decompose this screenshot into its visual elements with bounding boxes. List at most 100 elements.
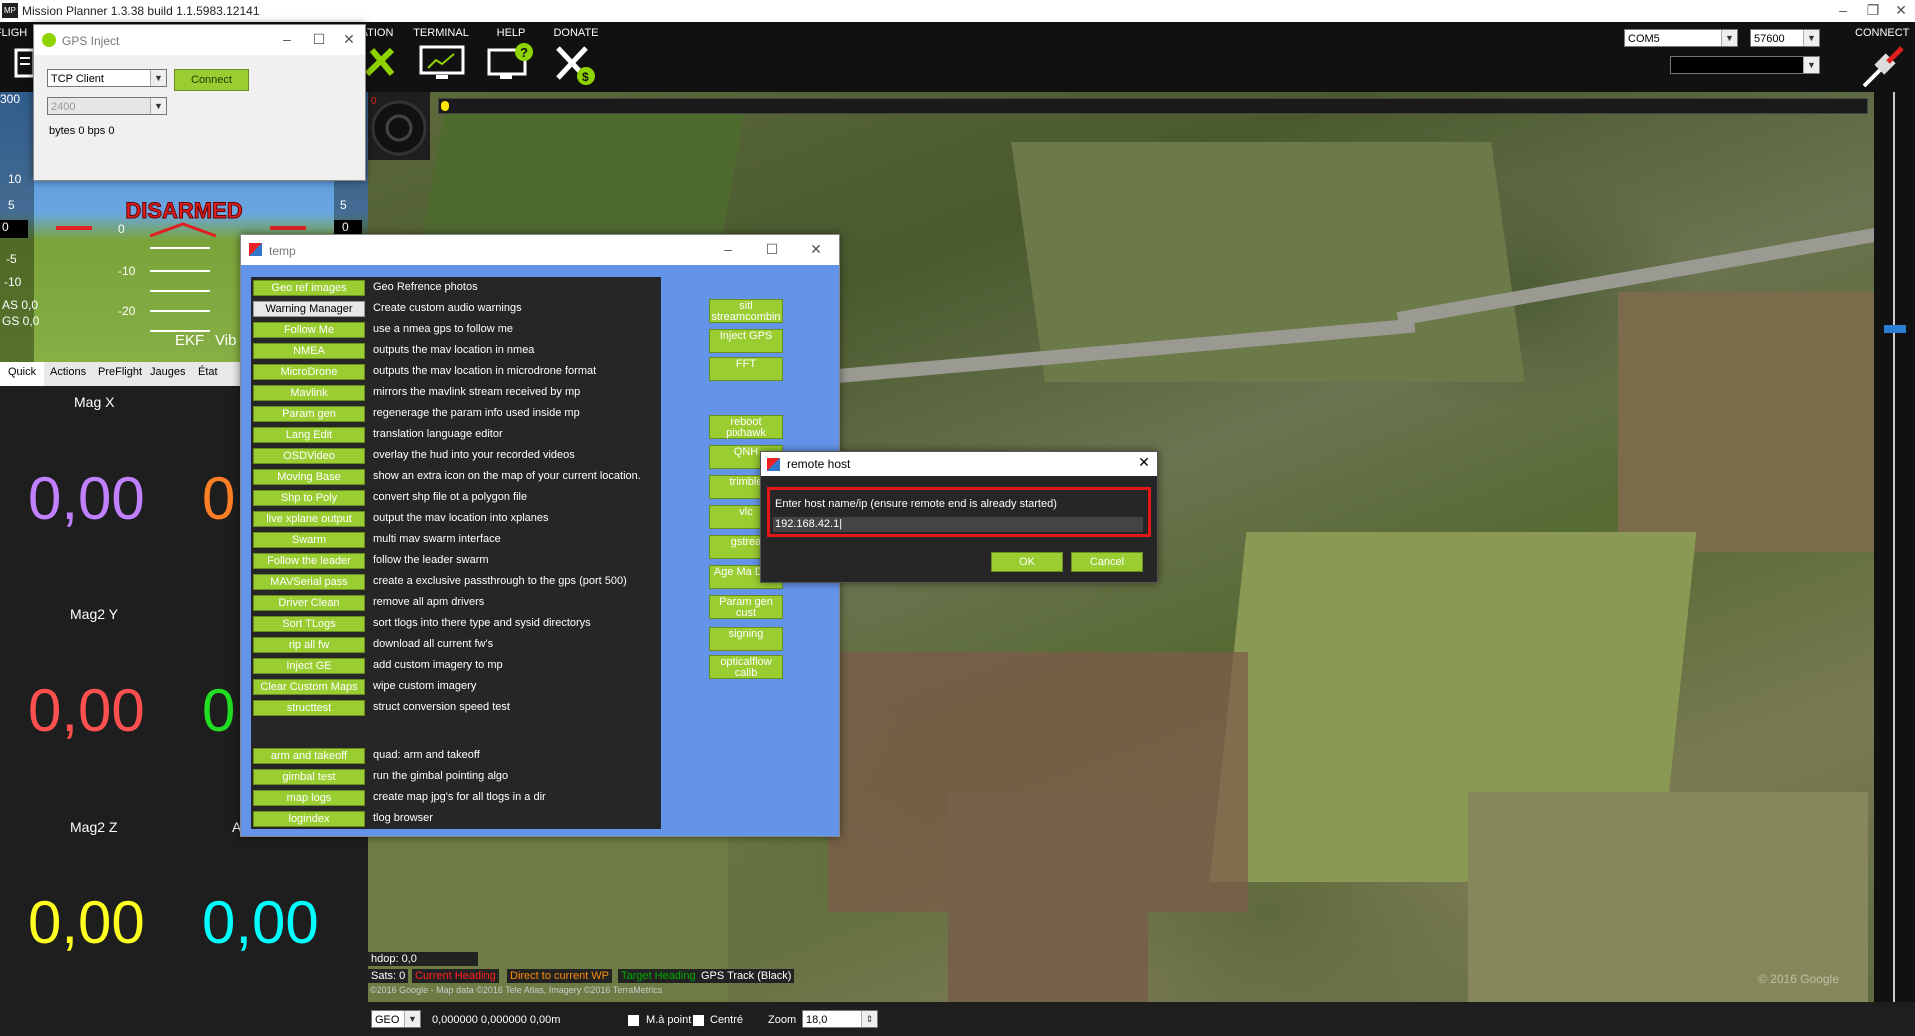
menu-donate[interactable]: DONATE — [541, 27, 611, 39]
ekf-indicator[interactable]: EKF — [175, 332, 204, 349]
groundspeed-text: GS 0,0 — [2, 314, 40, 328]
help-icon[interactable]: ? — [486, 42, 534, 84]
tab-preflight[interactable]: PreFlight — [98, 366, 142, 378]
remote-host-title: remote host — [787, 457, 851, 471]
extra-tool-button[interactable]: Param gen cust — [709, 595, 783, 619]
tool-button[interactable]: Warning Manager — [253, 301, 365, 317]
com-port-select[interactable]: COM5 ▼ — [1624, 29, 1738, 47]
remote-host-input[interactable]: 192.168.42.1| — [773, 517, 1143, 532]
coords-format-select[interactable]: GEO ▼ — [371, 1010, 421, 1028]
close-icon[interactable]: ✕ — [803, 241, 829, 258]
tool-button[interactable]: Shp to Poly — [253, 490, 365, 506]
donate-icon[interactable]: $ — [552, 42, 600, 85]
cancel-button[interactable]: Cancel — [1071, 552, 1143, 572]
extra-tool-button[interactable]: opticalflow calib — [709, 655, 783, 679]
baud-rate-select[interactable]: 2400 ▼ — [47, 97, 167, 115]
tab-gauges[interactable]: Jauges — [150, 366, 185, 378]
menu-help[interactable]: HELP — [476, 27, 546, 39]
tool-button[interactable]: MicroDrone — [253, 364, 365, 380]
speed-tick: 10 — [8, 172, 22, 186]
tool-description: Geo Refrence photos — [373, 281, 478, 293]
app-icon — [42, 33, 56, 47]
extra-tool-button[interactable]: FFT — [709, 357, 783, 381]
tool-button[interactable]: Follow Me — [253, 322, 365, 338]
tool-button[interactable]: Swarm — [253, 532, 365, 548]
armed-status: DISARMED — [125, 198, 243, 224]
simulation-icon[interactable] — [362, 42, 410, 84]
tab-actions[interactable]: Actions — [50, 366, 86, 378]
connection-type-select[interactable]: TCP Client ▼ — [47, 69, 167, 87]
tool-button[interactable]: Driver Clean — [253, 595, 365, 611]
gps-inject-connect-button[interactable]: Connect — [174, 69, 249, 91]
zoom-track — [1893, 92, 1895, 1002]
tool-description: struct conversion speed test — [373, 701, 510, 713]
menu-terminal[interactable]: TERMINAL — [406, 27, 476, 39]
connect-label[interactable]: CONNECT — [1855, 27, 1909, 39]
app-icon — [767, 458, 780, 471]
extra-tool-button[interactable]: Inject GPS — [709, 329, 783, 353]
tool-button[interactable]: Lang Edit — [253, 427, 365, 443]
tool-button[interactable]: Inject GE — [253, 658, 365, 674]
tool-button[interactable]: Mavlink — [253, 385, 365, 401]
tool-button[interactable]: Follow the leader — [253, 553, 365, 569]
tab-status[interactable]: État — [198, 366, 218, 378]
stepper-icon[interactable]: ⇕ — [861, 1011, 877, 1027]
extra-tool-button[interactable]: signing — [709, 627, 783, 651]
tool-button[interactable]: logindex — [253, 811, 365, 827]
gps-inject-titlebar: GPS Inject – ☐ ✕ — [34, 25, 365, 55]
maximize-icon[interactable]: ☐ — [759, 241, 785, 258]
maximize-icon[interactable]: ☐ — [306, 31, 332, 48]
close-icon[interactable]: ✕ — [336, 31, 362, 48]
center-checkbox[interactable] — [693, 1015, 704, 1026]
ok-button[interactable]: OK — [991, 552, 1063, 572]
tool-description: outputs the mav location in nmea — [373, 344, 535, 356]
tool-button[interactable]: live xplane output — [253, 511, 365, 527]
speed-tick: -5 — [6, 252, 17, 266]
speed-tick: 300 — [0, 92, 21, 106]
tool-button[interactable]: Geo ref images — [253, 280, 365, 296]
horizon-marker — [56, 226, 92, 230]
close-icon[interactable]: ✕ — [1886, 2, 1915, 19]
tool-button[interactable]: Clear Custom Maps — [253, 679, 365, 695]
menu-flight-data[interactable]: FLIGH — [0, 27, 36, 39]
vibe-indicator[interactable]: Vib — [215, 332, 236, 349]
tool-button[interactable]: Sort TLogs — [253, 616, 365, 632]
legend-gps-track: GPS Track (Black) — [698, 969, 795, 983]
field-patch — [1468, 792, 1868, 1002]
terminal-icon[interactable] — [418, 42, 466, 84]
minimize-icon[interactable]: – — [1828, 2, 1858, 18]
minimize-icon[interactable]: – — [274, 31, 300, 47]
app-icon — [249, 243, 262, 256]
restore-icon[interactable]: ❐ — [1858, 2, 1888, 19]
tool-button[interactable]: OSDVideo — [253, 448, 365, 464]
quick-value: 0 — [202, 465, 236, 532]
tool-button[interactable]: map logs — [253, 790, 365, 806]
tool-button[interactable]: structtest — [253, 700, 365, 716]
tool-button[interactable]: Moving Base — [253, 469, 365, 485]
zoom-slider-handle[interactable] — [1884, 325, 1906, 333]
chevron-down-icon: ▼ — [1803, 57, 1819, 73]
extra-tool-button[interactable]: sitl streamcombin — [709, 299, 783, 323]
tool-button[interactable]: gimbal test — [253, 769, 365, 785]
tool-button[interactable]: Param gen — [253, 406, 365, 422]
link-select[interactable]: ▼ — [1670, 56, 1820, 74]
remote-host-dialog: remote host ✕ Enter host name/ip (ensure… — [760, 451, 1158, 583]
baud-select[interactable]: 57600 ▼ — [1750, 29, 1820, 47]
tool-button[interactable]: NMEA — [253, 343, 365, 359]
tool-button[interactable]: arm and takeoff — [253, 748, 365, 764]
connect-plug-icon[interactable] — [1858, 42, 1908, 95]
quick-label: Mag2 Y — [70, 606, 118, 622]
tool-button[interactable]: rip all fw — [253, 637, 365, 653]
map-point-checkbox[interactable] — [628, 1015, 639, 1026]
tool-button[interactable]: MAVSerial pass — [253, 574, 365, 590]
tool-description: convert shp file ot a polygon file — [373, 491, 528, 503]
tab-quick[interactable]: Quick — [0, 362, 45, 386]
chevron-down-icon: ▼ — [150, 70, 166, 86]
tool-description: regenerage the param info used inside mp — [373, 407, 580, 419]
zoom-input[interactable]: 18,0 ⇕ — [802, 1010, 878, 1028]
extra-tool-button[interactable]: reboot pixhawk — [709, 415, 783, 439]
close-icon[interactable]: ✕ — [1131, 454, 1157, 471]
legend-direct-wp: Direct to current WP — [507, 969, 613, 983]
minimize-icon[interactable]: – — [715, 241, 741, 257]
zoom-bar[interactable] — [1874, 92, 1915, 1002]
